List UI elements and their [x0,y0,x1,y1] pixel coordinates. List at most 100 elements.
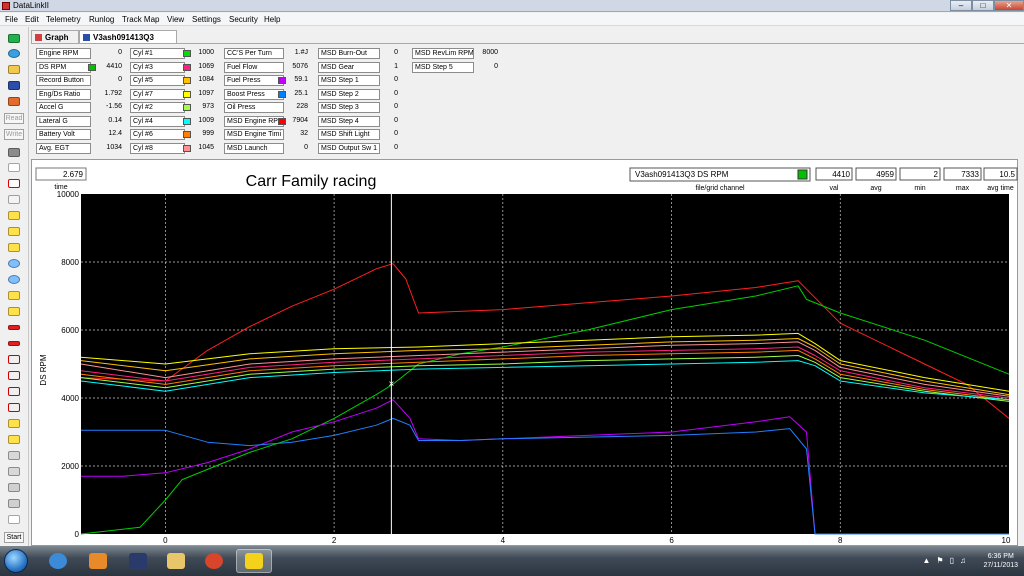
channel-label[interactable]: MSD Output Sw 1 [318,142,380,154]
menu-runlog[interactable]: Runlog [89,15,114,24]
marker-icon[interactable] [4,177,24,189]
blank-1-icon[interactable] [4,481,24,493]
new-icon[interactable] [4,32,24,44]
channel-label[interactable]: Lateral G [36,115,91,127]
align-icon[interactable] [4,401,24,413]
channel-row[interactable]: Record Button 0 [36,75,122,86]
channel-label[interactable]: Cyl #4 [130,115,185,127]
overlay-icon[interactable] [4,369,24,381]
menu-file[interactable]: File [5,15,18,24]
channel-label[interactable]: MSD Step 4 [318,115,380,127]
channel-row[interactable]: Cyl #3 1069 [130,61,214,73]
minimize-button[interactable]: – [950,0,972,11]
channel-label[interactable]: Avg. EGT [36,142,91,154]
channel-row[interactable]: Fuel Flow 5076 [224,61,308,73]
channel-label[interactable]: Record Button [36,75,91,86]
tab-graph[interactable]: Graph [31,30,79,43]
zoom-x-out-icon[interactable] [4,305,24,317]
menu-track-map[interactable]: Track Map [122,15,160,24]
channel-row[interactable]: Lateral G 0.14 [36,115,122,127]
connect-icon[interactable] [4,47,24,59]
channel-row[interactable]: MSD Burn-Out 0 [318,48,398,59]
channel-row[interactable]: MSD Step 3 0 [318,102,398,113]
scope-icon[interactable] [4,161,24,173]
channel-row[interactable]: MSD Step 4 0 [318,115,398,127]
channel-label[interactable]: CC'S Per Turn [224,48,284,59]
menu-help[interactable]: Help [264,15,280,24]
save-icon[interactable] [4,79,24,91]
channel-label[interactable]: Cyl #1 [130,48,185,59]
clock[interactable]: 6:36 PM 27/11/2013 [983,552,1018,570]
channel-label[interactable]: Cyl #5 [130,75,185,86]
open-folder-icon[interactable] [4,63,24,75]
channel-label[interactable]: Oil Press [224,102,284,113]
channel-row[interactable]: MSD Launch 0 [224,142,308,154]
channel-label[interactable]: Boost Press [224,88,284,100]
channel-label[interactable]: Engine RPM [36,48,91,59]
channel-row[interactable]: MSD Engine RPM 7904 [224,115,308,127]
maximize-button[interactable]: □ [972,0,994,11]
channel-row[interactable]: MSD Step 2 0 [318,88,398,100]
channel-row[interactable]: DS RPM 4410 [36,61,122,73]
channel-label[interactable]: MSD Launch [224,142,284,154]
tab-file[interactable]: V3ash091413Q3 [79,30,177,43]
channel-label[interactable]: Cyl #6 [130,129,185,140]
channel-select-icon[interactable] [4,225,24,237]
channel-label[interactable]: MSD Engine RPM [224,115,284,127]
channel-row[interactable]: Cyl #8 1045 [130,142,214,154]
channel-row[interactable]: Cyl #2 973 [130,102,214,113]
datalink-taskbar-icon[interactable] [236,549,272,573]
channel-label[interactable]: MSD Shift Light [318,129,380,140]
zoom-x-in-icon[interactable] [4,289,24,301]
channel-label[interactable]: Eng/Ds Ratio [36,88,91,100]
channel-label[interactable]: MSD Step 2 [318,88,380,100]
channel-label[interactable]: Cyl #3 [130,61,185,73]
channel-row[interactable]: MSD Step 1 0 [318,75,398,86]
expand-icon[interactable] [4,417,24,429]
rpm-chart[interactable]: × 0200040006000800010000 0 2 4 6 8 10 DS RPM … [32,160,1019,547]
menu-edit[interactable]: Edit [25,15,39,24]
cursor-icon[interactable] [4,209,24,221]
read-button[interactable]: Read [4,113,24,124]
channel-row[interactable]: Cyl #5 1084 [130,75,214,86]
channel-row[interactable]: Cyl #4 1009 [130,115,214,127]
channel-label[interactable]: MSD Burn-Out [318,48,380,59]
scroll-right-icon[interactable] [4,337,24,349]
zoom-out-icon[interactable] [4,273,24,285]
channel-row[interactable]: Oil Press 228 [224,102,308,113]
zoom-fit-icon[interactable] [4,241,24,253]
channel-row[interactable]: MSD Shift Light 0 [318,129,398,140]
channel-label[interactable]: Cyl #8 [130,142,185,154]
zoom-in-icon[interactable] [4,257,24,269]
channel-label[interactable]: MSD Engine Timi [224,129,284,140]
help-icon[interactable] [4,513,24,525]
graph-area[interactable]: × 0 2000 4000 6000 8000 10000 0 2 4 6 8 10 DS RPM … [31,159,1018,546]
channel-row[interactable]: MSD Output Sw 1 0 [318,142,398,154]
write-button[interactable]: Write [4,129,24,140]
channel-row[interactable]: MSD RevLim RPM 8000 [412,48,498,59]
channel-label[interactable]: Fuel Press [224,75,284,86]
channel-row[interactable]: Eng/Ds Ratio 1.792 [36,88,122,100]
channel-label[interactable]: MSD Step 5 [412,61,474,73]
blank-2-icon[interactable] [4,497,24,509]
menu-telemetry[interactable]: Telemetry [46,15,81,24]
close-button[interactable]: ✕ [994,0,1024,11]
channel-label[interactable]: MSD Step 1 [318,75,380,86]
channel-row[interactable]: Avg. EGT 1034 [36,142,122,154]
channel-row[interactable]: Cyl #1 1000 [130,48,214,59]
channel-label[interactable]: Accel G [36,102,91,113]
menu-security[interactable]: Security [229,15,258,24]
channel-row[interactable]: MSD Gear 1 [318,61,398,73]
open-run-icon[interactable] [4,95,24,107]
channel-row[interactable]: Accel G -1.56 [36,102,122,113]
channel-row[interactable]: MSD Engine Timi 32 [224,129,308,140]
flag-icon[interactable]: ⚑ [936,556,943,565]
menu-view[interactable]: View [167,15,184,24]
channel-label[interactable]: Battery Volt [36,129,91,140]
undo-icon[interactable] [4,465,24,477]
channel-label[interactable]: MSD Step 3 [318,102,380,113]
channel-label[interactable]: DS RPM [36,61,91,73]
menu-settings[interactable]: Settings [192,15,221,24]
channel-label[interactable]: MSD RevLim RPM [412,48,474,59]
shrink-icon[interactable] [4,433,24,445]
